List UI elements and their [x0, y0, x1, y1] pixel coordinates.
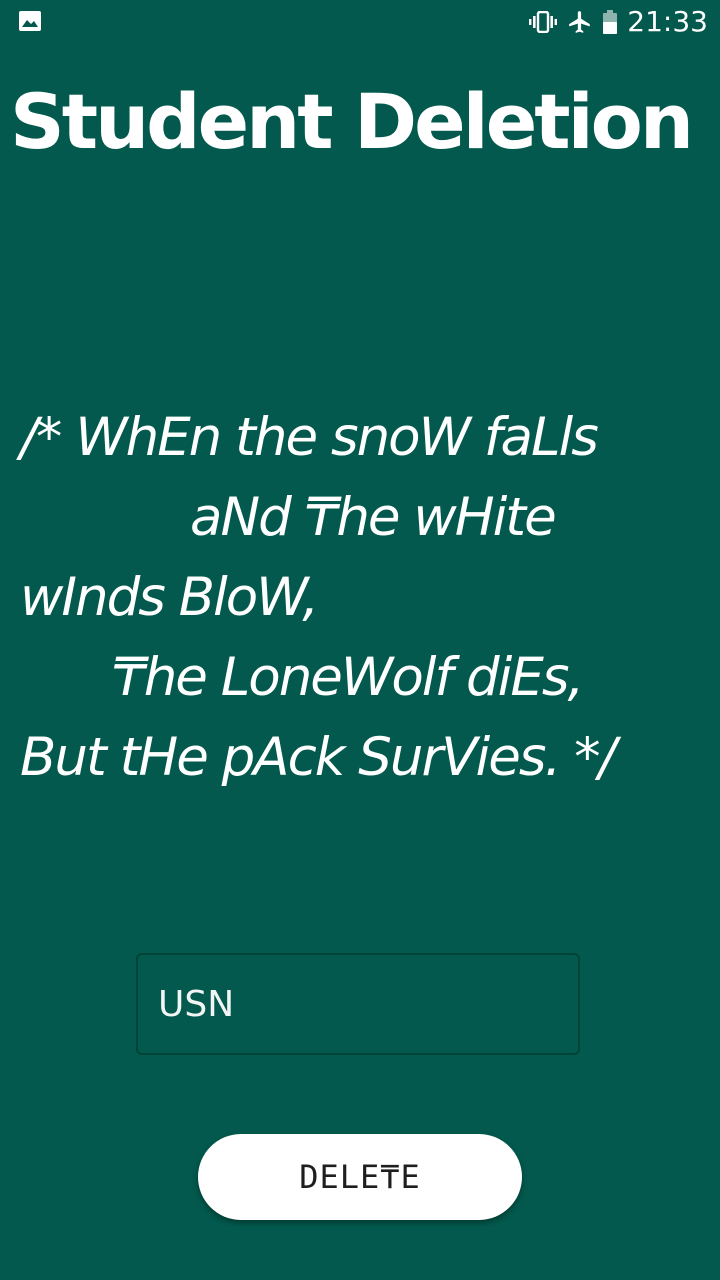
quote-line: ₸he LoneWolf diEs,: [112, 647, 584, 708]
quote-text: /* WhEn the snoW faLls aNd ₸he wHite wIn…: [20, 398, 710, 798]
quote-line: But tHe pAck SurVies. */: [20, 727, 617, 788]
gallery-icon: [19, 11, 41, 31]
quote-line: aNd ₸he wHite: [190, 487, 557, 548]
delete-button[interactable]: DELE₸E: [198, 1134, 522, 1220]
status-icons: 21:33: [529, 0, 708, 44]
quote-line: wInds BloW,: [20, 567, 319, 628]
usn-input[interactable]: [136, 953, 580, 1055]
status-time: 21:33: [627, 5, 708, 38]
quote-line: /* WhEn the snoW faLls: [20, 407, 599, 468]
airplane-mode-icon: [569, 11, 591, 33]
page-title: Student Deletion: [10, 77, 694, 166]
vibrate-icon: [529, 11, 558, 33]
battery-icon: [603, 10, 618, 34]
status-bar: 21:33: [0, 0, 720, 44]
